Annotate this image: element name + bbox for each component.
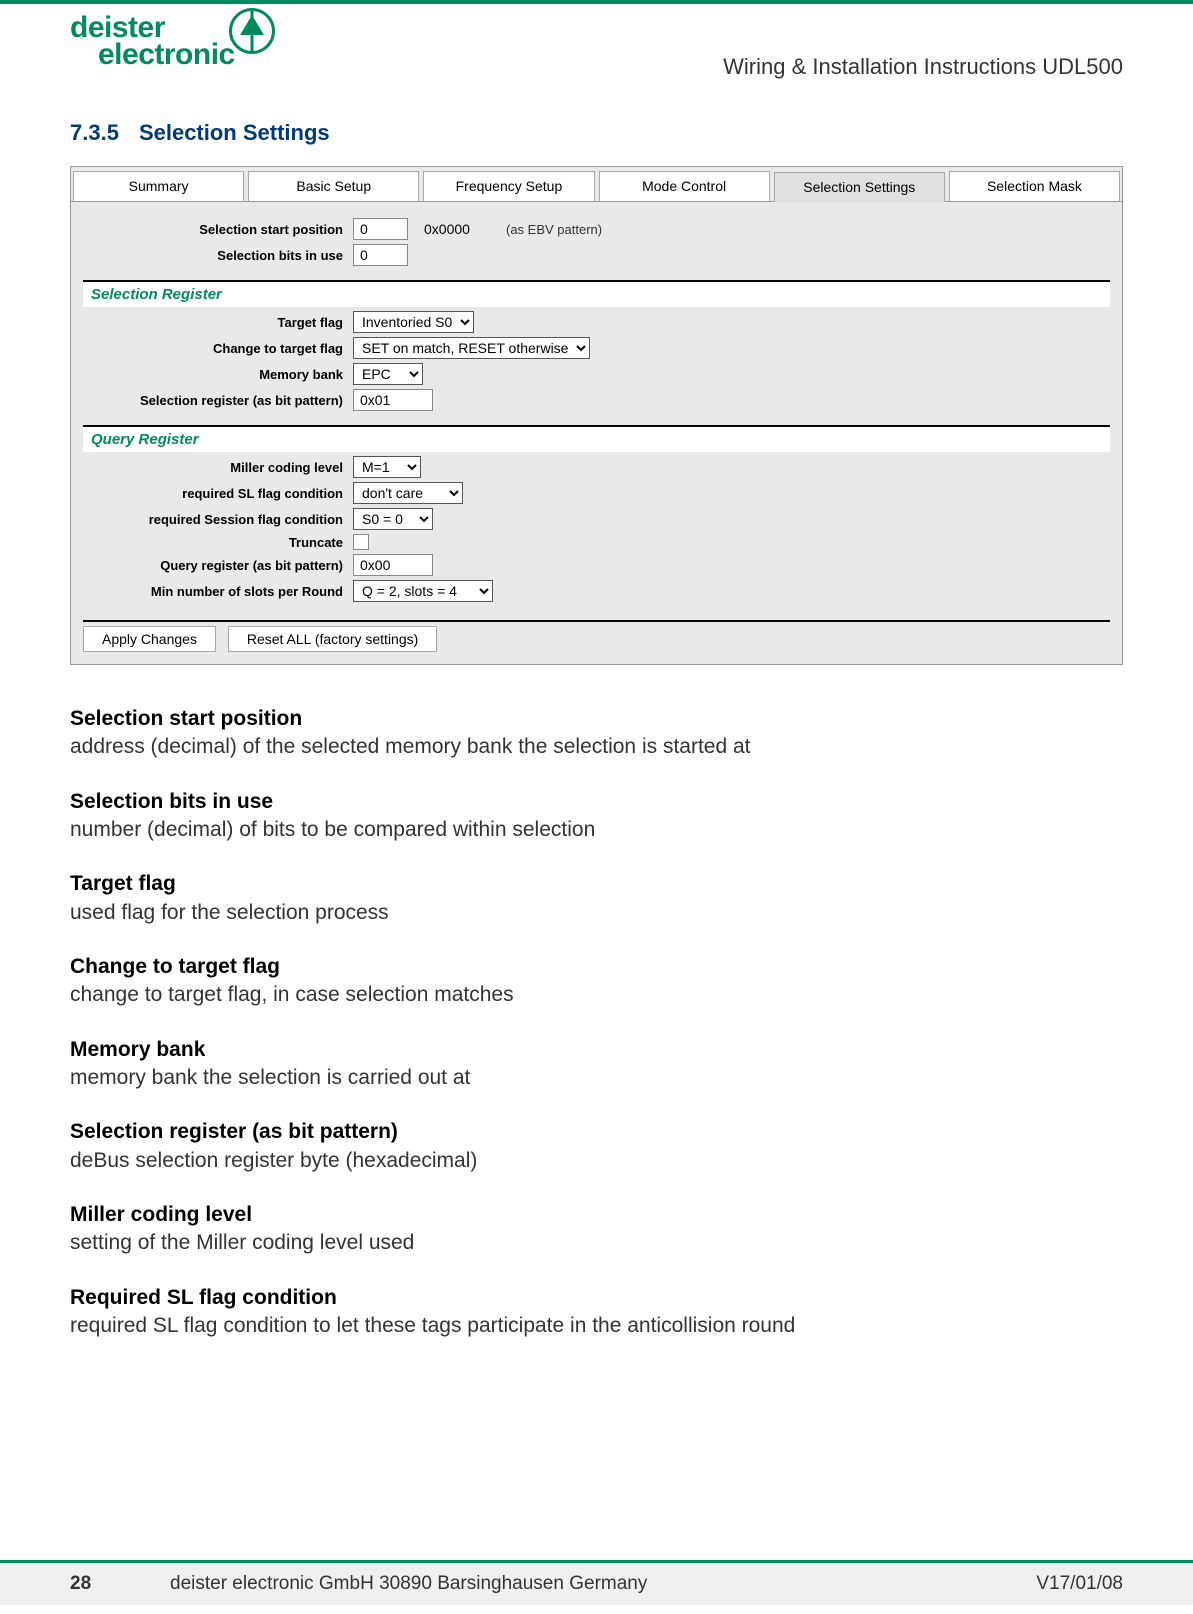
row-min-number-of-slots: Min number of slots per Round Q = 2, slo…	[83, 580, 1110, 602]
label-target-flag: Target flag	[83, 315, 353, 330]
select-target-flag[interactable]: Inventoried S0	[353, 311, 474, 333]
row-required-sl-flag-condition: required SL flag condition don't care	[83, 482, 1110, 504]
def-miller-coding-level: Miller coding level setting of the Mille…	[70, 1201, 1123, 1258]
def-selection-start-position: Selection start position address (decima…	[70, 705, 1123, 762]
def-term: Target flag	[70, 870, 1123, 898]
def-text: deBus selection register byte (hexadecim…	[70, 1147, 1123, 1175]
section-title: Selection Settings	[139, 120, 330, 145]
input-selection-register[interactable]	[353, 389, 433, 411]
tab-mode-control[interactable]: Mode Control	[599, 171, 770, 201]
label-selection-register: Selection register (as bit pattern)	[83, 393, 353, 408]
row-selection-bits-in-use: Selection bits in use	[83, 244, 1110, 266]
label-query-register: Query register (as bit pattern)	[83, 558, 353, 573]
def-required-sl-flag-condition: Required SL flag condition required SL f…	[70, 1284, 1123, 1341]
def-term: Selection bits in use	[70, 788, 1123, 816]
def-text: memory bank the selection is carried out…	[70, 1064, 1123, 1092]
row-required-session-flag-condition: required Session flag condition S0 = 0	[83, 508, 1110, 530]
logo-line1: deister	[70, 14, 235, 41]
def-text: required SL flag condition to let these …	[70, 1312, 1123, 1340]
row-query-register: Query register (as bit pattern)	[83, 554, 1110, 576]
document-page: deister electronic Wiring & Installation…	[0, 0, 1193, 1560]
tab-frequency-setup[interactable]: Frequency Setup	[423, 171, 594, 201]
section-bar-selection-register: Selection Register	[83, 280, 1110, 307]
row-apply-buttons: Apply Changes Reset ALL (factory setting…	[83, 620, 1110, 652]
logo-line2: electronic	[98, 41, 235, 68]
section-number: 7.3.5	[70, 120, 119, 145]
label-truncate: Truncate	[83, 535, 353, 550]
page-footer: 28 deister electronic GmbH 30890 Barsing…	[0, 1560, 1193, 1605]
definitions-list: Selection start position address (decima…	[70, 705, 1123, 1341]
def-text: number (decimal) of bits to be compared …	[70, 816, 1123, 844]
select-required-sl-flag-condition[interactable]: don't care	[353, 482, 463, 504]
label-memory-bank: Memory bank	[83, 367, 353, 382]
footer-version: V17/01/08	[963, 1573, 1123, 1595]
def-term: Miller coding level	[70, 1201, 1123, 1229]
settings-panel: Summary Basic Setup Frequency Setup Mode…	[70, 166, 1123, 665]
label-miller-coding-level: Miller coding level	[83, 460, 353, 475]
title-selection-register: Selection Register	[91, 286, 222, 303]
label-required-sl-flag-condition: required SL flag condition	[83, 486, 353, 501]
section-heading: 7.3.5 Selection Settings	[70, 120, 1123, 146]
input-selection-start-position[interactable]	[353, 218, 408, 240]
row-target-flag: Target flag Inventoried S0	[83, 311, 1110, 333]
input-selection-bits-in-use[interactable]	[353, 244, 408, 266]
def-term: Change to target flag	[70, 953, 1123, 981]
def-text: setting of the Miller coding level used	[70, 1229, 1123, 1257]
row-memory-bank: Memory bank EPC	[83, 363, 1110, 385]
def-selection-bits-in-use: Selection bits in use number (decimal) o…	[70, 788, 1123, 845]
row-selection-start-position: Selection start position (as EBV pattern…	[83, 218, 1110, 240]
def-selection-register: Selection register (as bit pattern) deBu…	[70, 1118, 1123, 1175]
tab-bar: Summary Basic Setup Frequency Setup Mode…	[71, 167, 1122, 202]
select-miller-coding-level[interactable]: M=1	[353, 456, 421, 478]
def-term: Selection start position	[70, 705, 1123, 733]
label-required-session-flag-condition: required Session flag condition	[83, 512, 353, 527]
row-selection-register: Selection register (as bit pattern)	[83, 389, 1110, 411]
label-selection-start-position: Selection start position	[83, 222, 353, 237]
select-memory-bank[interactable]: EPC	[353, 363, 423, 385]
apply-changes-button[interactable]: Apply Changes	[83, 626, 216, 652]
document-title: Wiring & Installation Instructions UDL50…	[723, 54, 1123, 80]
title-query-register: Query Register	[91, 431, 199, 448]
tab-basic-setup[interactable]: Basic Setup	[248, 171, 419, 201]
label-min-number-of-slots: Min number of slots per Round	[83, 584, 353, 599]
row-miller-coding-level: Miller coding level M=1	[83, 456, 1110, 478]
def-term: Memory bank	[70, 1036, 1123, 1064]
section-bar-query-register: Query Register	[83, 425, 1110, 452]
def-target-flag: Target flag used flag for the selection …	[70, 870, 1123, 927]
footer-page-number: 28	[70, 1573, 170, 1595]
page-header: deister electronic Wiring & Installation…	[70, 4, 1123, 80]
select-change-to-target-flag[interactable]: SET on match, RESET otherwise	[353, 337, 590, 359]
def-memory-bank: Memory bank memory bank the selection is…	[70, 1036, 1123, 1093]
company-logo: deister electronic	[70, 14, 275, 68]
tab-summary[interactable]: Summary	[73, 171, 244, 201]
def-term: Selection register (as bit pattern)	[70, 1118, 1123, 1146]
def-text: address (decimal) of the selected memory…	[70, 733, 1123, 761]
input-query-register[interactable]	[353, 554, 433, 576]
select-required-session-flag-condition[interactable]: S0 = 0	[353, 508, 433, 530]
def-term: Required SL flag condition	[70, 1284, 1123, 1312]
reset-all-button[interactable]: Reset ALL (factory settings)	[228, 626, 437, 652]
select-min-number-of-slots[interactable]: Q = 2, slots = 4	[353, 580, 493, 602]
footer-company: deister electronic GmbH 30890 Barsinghau…	[170, 1573, 963, 1595]
label-selection-bits-in-use: Selection bits in use	[83, 248, 353, 263]
row-change-to-target-flag: Change to target flag SET on match, RESE…	[83, 337, 1110, 359]
row-truncate: Truncate	[83, 534, 1110, 550]
panel-body: Selection start position (as EBV pattern…	[71, 202, 1122, 664]
tab-selection-mask[interactable]: Selection Mask	[949, 171, 1120, 201]
def-change-to-target-flag: Change to target flag change to target f…	[70, 953, 1123, 1010]
readout-selection-start-position-hex	[418, 218, 498, 240]
ebv-pattern-note: (as EBV pattern)	[506, 222, 602, 237]
def-text: change to target flag, in case selection…	[70, 981, 1123, 1009]
def-text: used flag for the selection process	[70, 899, 1123, 927]
logo-mark-icon	[229, 8, 275, 54]
checkbox-truncate[interactable]	[353, 534, 369, 550]
label-change-to-target-flag: Change to target flag	[83, 341, 353, 356]
tab-selection-settings[interactable]: Selection Settings	[774, 172, 945, 202]
